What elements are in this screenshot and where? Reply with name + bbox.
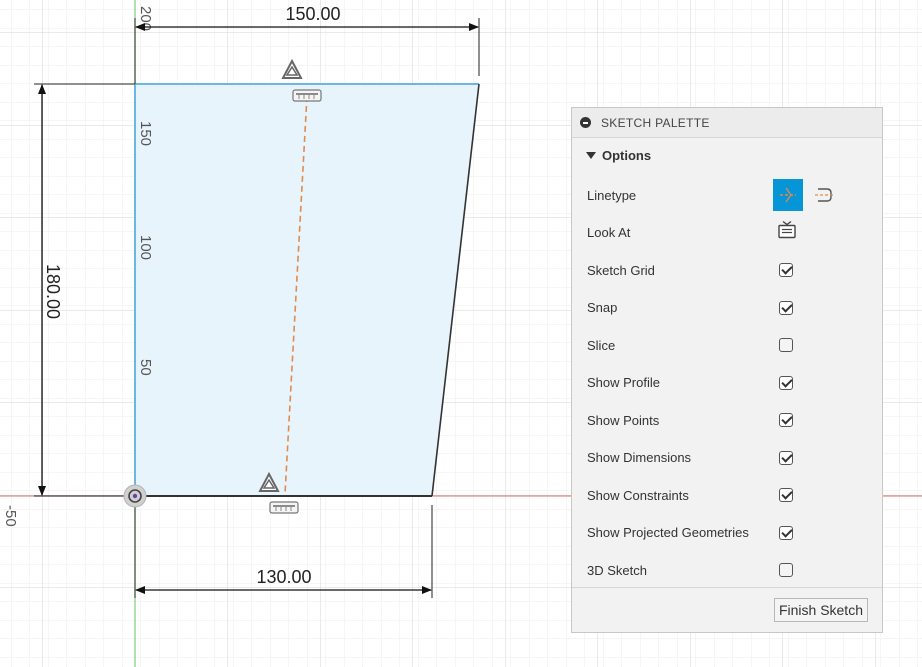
option-row: Sketch Grid [572,255,882,285]
ruler-label-150: 150 [137,121,154,146]
option-checkbox-wrap[interactable] [779,563,793,577]
look-at-row: Look At [572,217,882,247]
option-row: Show Points [572,405,882,435]
option-checkbox-wrap[interactable] [779,300,793,315]
collapse-icon[interactable] [580,117,591,128]
option-checkbox[interactable] [779,488,793,502]
sketch-profile[interactable] [135,84,479,496]
option-checkbox-wrap[interactable] [779,413,793,427]
option-label: Slice [587,337,616,353]
option-label: 3D Sketch [587,562,647,578]
option-checkbox-wrap[interactable] [779,263,793,277]
dimension-top-width[interactable]: 150.00 [285,4,340,24]
options-section-header[interactable]: Options [572,138,882,172]
option-checkbox-wrap[interactable] [779,338,793,352]
option-row: 3D Sketch [572,555,882,585]
line-type-normal-icon [780,187,796,203]
option-row: Snap [572,293,882,323]
ruler-label-50: 50 [137,359,154,376]
option-checkbox[interactable] [779,263,793,277]
look-at-icon [778,220,796,239]
option-checkbox-wrap[interactable] [779,450,793,465]
option-checkbox[interactable] [779,375,793,390]
palette-title: SKETCH PALETTE [601,115,710,130]
linetype-construction-button[interactable] [809,179,839,211]
option-checkbox[interactable] [779,338,793,352]
origin-point-icon[interactable] [123,484,147,508]
option-checkbox[interactable] [779,525,793,540]
sketch-palette: SKETCH PALETTE Options Linetype Look At [571,107,883,633]
linetype-row: Linetype [572,179,882,211]
option-row: Show Dimensions [572,443,882,473]
option-checkbox[interactable] [779,450,793,465]
option-checkbox-wrap[interactable] [779,488,793,502]
palette-header[interactable]: SKETCH PALETTE [572,108,882,138]
option-row: Show Projected Geometries [572,518,882,548]
dimension-bottom-width[interactable]: 130.00 [256,567,311,587]
linetype-normal-button[interactable] [773,179,803,211]
look-at-label: Look At [587,224,631,240]
option-label: Show Profile [587,375,660,390]
option-label: Snap [587,300,618,315]
option-label: Show Dimensions [587,450,692,465]
caret-down-icon [586,151,596,159]
option-checkbox[interactable] [779,300,793,315]
horizontal-constraint-icon[interactable] [292,89,322,102]
dimension-height[interactable]: 180.00 [43,264,63,319]
ruler-label-100: 100 [137,235,154,260]
palette-footer: Finish Sketch [572,587,882,632]
option-label: Show Constraints [587,487,689,503]
option-label: Show Points [587,412,660,428]
option-checkbox[interactable] [779,413,793,427]
finish-sketch-button[interactable]: Finish Sketch [773,598,868,622]
line-type-construction-icon [815,188,834,202]
option-row: Show Constraints [572,480,882,510]
option-checkbox-wrap[interactable] [779,525,793,540]
option-row: Show Profile [572,368,882,398]
option-label: Sketch Grid [587,262,655,278]
options-section-label: Options [602,147,652,163]
look-at-button[interactable] [777,220,797,245]
option-checkbox[interactable] [779,563,793,577]
option-checkbox-wrap[interactable] [779,375,793,390]
linetype-label: Linetype [587,187,637,203]
option-row: Slice [572,330,882,360]
option-label: Show Projected Geometries [587,525,749,540]
horizontal-constraint-icon[interactable] [269,501,299,514]
ruler-label-minus-50: -50 [2,505,19,527]
